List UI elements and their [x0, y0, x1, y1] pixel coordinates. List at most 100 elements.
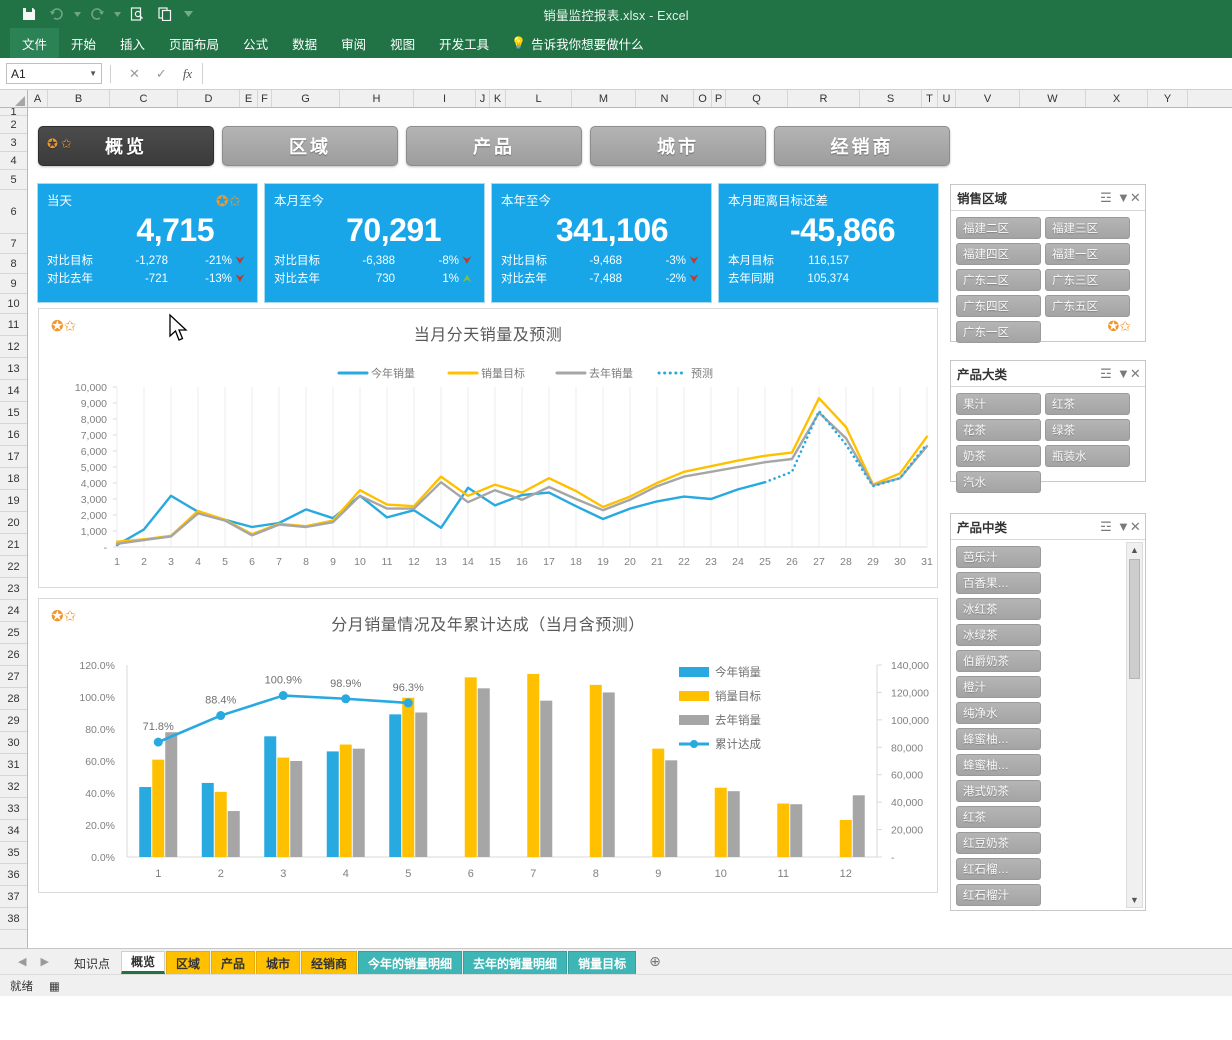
row-header-1[interactable]: 1: [0, 106, 27, 118]
kpi-card-1[interactable]: 当天 ✪✩ 4,715 对比目标 -1,278 -21% ⮟ 对比去年 -721 -13% ⮟: [38, 184, 257, 302]
column-header-R[interactable]: R: [788, 90, 860, 107]
column-header-W[interactable]: W: [1020, 90, 1086, 107]
sheet-nav-arrows[interactable]: ◀ ▶: [4, 949, 63, 974]
row-header-25[interactable]: 25: [0, 622, 27, 644]
slicer-item[interactable]: 福建四区: [956, 243, 1041, 265]
slicer-item[interactable]: 花茶: [956, 419, 1041, 441]
column-header-I[interactable]: I: [414, 90, 476, 107]
add-sheet-button[interactable]: ⊕: [637, 949, 673, 974]
slicer-item[interactable]: 纯净水: [956, 702, 1041, 724]
slicer-item[interactable]: 汽水: [956, 471, 1041, 493]
column-header-C[interactable]: C: [110, 90, 178, 107]
row-header-31[interactable]: 31: [0, 754, 27, 776]
slicer-item[interactable]: 红石榴汁: [956, 884, 1041, 906]
row-header-3[interactable]: 3: [0, 134, 27, 152]
slicer-item[interactable]: 广东五区: [1045, 295, 1130, 317]
row-header-38[interactable]: 38: [0, 908, 27, 930]
row-header-15[interactable]: 15: [0, 402, 27, 424]
column-header-G[interactable]: G: [272, 90, 340, 107]
column-header-F[interactable]: F: [258, 90, 272, 107]
kpi-card-4[interactable]: 本月距离目标还差 -45,866 本月目标 116,157 去年同期 105,374: [719, 184, 938, 302]
clear-filter-icon[interactable]: ▼✕: [1117, 190, 1141, 206]
ribbon-tab-home[interactable]: 开始: [59, 28, 108, 58]
kpi-card-2[interactable]: 本月至今 70,291 对比目标 -6,388 -8% ⮟ 对比去年 730 1% ⮝: [265, 184, 484, 302]
insert-function-icon[interactable]: fx: [183, 66, 192, 82]
row-header-30[interactable]: 30: [0, 732, 27, 754]
sheet-next-icon[interactable]: ▶: [40, 955, 48, 968]
slicer-item[interactable]: 蜂蜜柚…: [956, 728, 1041, 750]
nav-button-overview[interactable]: ✪✩ 概览: [38, 126, 214, 166]
row-header-22[interactable]: 22: [0, 556, 27, 578]
slicer-sales-region[interactable]: 销售区域 ☲ ▼✕ 福建二区 福建三区 福建四区 福建一区 广东二区 广东三区 广东四区 广东…: [950, 184, 1146, 343]
chevron-down-icon[interactable]: ▼: [89, 69, 97, 78]
column-header-E[interactable]: E: [240, 90, 258, 107]
sheet-tab[interactable]: 经销商: [301, 951, 358, 974]
column-header-A[interactable]: A: [28, 90, 48, 107]
slicer-scrollbar[interactable]: ▲ ▼: [1126, 542, 1143, 908]
column-header-P[interactable]: P: [712, 90, 726, 107]
column-header-O[interactable]: O: [694, 90, 712, 107]
slicer-item[interactable]: 广东四区: [956, 295, 1041, 317]
row-header-16[interactable]: 16: [0, 424, 27, 446]
column-header-D[interactable]: D: [178, 90, 240, 107]
slicer-item[interactable]: 红茶: [1045, 393, 1130, 415]
slicer-item[interactable]: 红石榴…: [956, 858, 1041, 880]
slicer-item[interactable]: 冰绿茶: [956, 624, 1041, 646]
row-header-13[interactable]: 13: [0, 358, 27, 380]
name-box[interactable]: A1 ▼: [6, 63, 102, 84]
row-header-35[interactable]: 35: [0, 842, 27, 864]
row-header-26[interactable]: 26: [0, 644, 27, 666]
column-header-Y[interactable]: Y: [1148, 90, 1188, 107]
column-header-J[interactable]: J: [476, 90, 490, 107]
slicer-item[interactable]: 芭乐汁: [956, 546, 1041, 568]
slicer-item[interactable]: 红茶: [956, 806, 1041, 828]
row-header-6[interactable]: 6: [0, 190, 27, 234]
scrollbar-thumb[interactable]: [1129, 559, 1140, 679]
scroll-down-icon[interactable]: ▼: [1130, 893, 1139, 907]
sheet-tab[interactable]: 区域: [165, 951, 210, 974]
sheet-tab[interactable]: 去年的销量明细: [463, 951, 568, 974]
row-header-20[interactable]: 20: [0, 512, 27, 534]
nav-button-dealer[interactable]: 经销商: [774, 126, 950, 166]
sheet-tab[interactable]: 今年的销量明细: [358, 951, 463, 974]
row-header-14[interactable]: 14: [0, 380, 27, 402]
row-header-34[interactable]: 34: [0, 820, 27, 842]
record-macro-icon[interactable]: ▦: [49, 979, 60, 993]
formula-input[interactable]: [202, 63, 1226, 84]
row-header-12[interactable]: 12: [0, 336, 27, 358]
scroll-up-icon[interactable]: ▲: [1130, 543, 1139, 557]
slicer-item[interactable]: 广东三区: [1045, 269, 1130, 291]
slicer-item[interactable]: 福建二区: [956, 217, 1041, 239]
tell-me-box[interactable]: 💡 告诉我你想要做什么: [501, 28, 653, 58]
row-header-29[interactable]: 29: [0, 710, 27, 732]
ribbon-tab-formulas[interactable]: 公式: [231, 28, 280, 58]
nav-button-product[interactable]: 产品: [406, 126, 582, 166]
column-header-K[interactable]: K: [490, 90, 506, 107]
ribbon-tab-developer[interactable]: 开发工具: [427, 28, 501, 58]
nav-button-city[interactable]: 城市: [590, 126, 766, 166]
slicer-product-subcategory[interactable]: 产品中类 ☲ ▼✕ 芭乐汁 百香果… 冰红茶 冰绿茶 伯爵奶茶 橙汁 纯净水 蜂蜜柚… 蜂蜜柚……: [950, 513, 1146, 911]
clear-filter-icon[interactable]: ▼✕: [1117, 366, 1141, 382]
multi-select-icon[interactable]: ☲: [1095, 519, 1117, 535]
slicer-item[interactable]: 冰红茶: [956, 598, 1041, 620]
slicer-item[interactable]: 蜂蜜柚…: [956, 754, 1041, 776]
slicer-product-category[interactable]: 产品大类 ☲ ▼✕ 果汁 红茶 花茶 绿茶 奶茶 瓶装水 汽水: [950, 360, 1146, 493]
select-all-corner[interactable]: [0, 90, 28, 107]
row-header-32[interactable]: 32: [0, 776, 27, 798]
row-header-24[interactable]: 24: [0, 600, 27, 622]
slicer-item[interactable]: 港式奶茶: [956, 780, 1041, 802]
column-header-X[interactable]: X: [1086, 90, 1148, 107]
ribbon-tab-view[interactable]: 视图: [378, 28, 427, 58]
slicer-item[interactable]: 伯爵奶茶: [956, 650, 1041, 672]
sheet-prev-icon[interactable]: ◀: [18, 955, 26, 968]
ribbon-tab-page-layout[interactable]: 页面布局: [157, 28, 231, 58]
row-header-19[interactable]: 19: [0, 490, 27, 512]
ribbon-tab-review[interactable]: 审阅: [329, 28, 378, 58]
slicer-item[interactable]: 福建一区: [1045, 243, 1130, 265]
row-header-33[interactable]: 33: [0, 798, 27, 820]
row-header-17[interactable]: 17: [0, 446, 27, 468]
row-header-9[interactable]: 9: [0, 274, 27, 294]
slicer-item[interactable]: 橙汁: [956, 676, 1041, 698]
row-header-11[interactable]: 11: [0, 314, 27, 336]
row-header-28[interactable]: 28: [0, 688, 27, 710]
